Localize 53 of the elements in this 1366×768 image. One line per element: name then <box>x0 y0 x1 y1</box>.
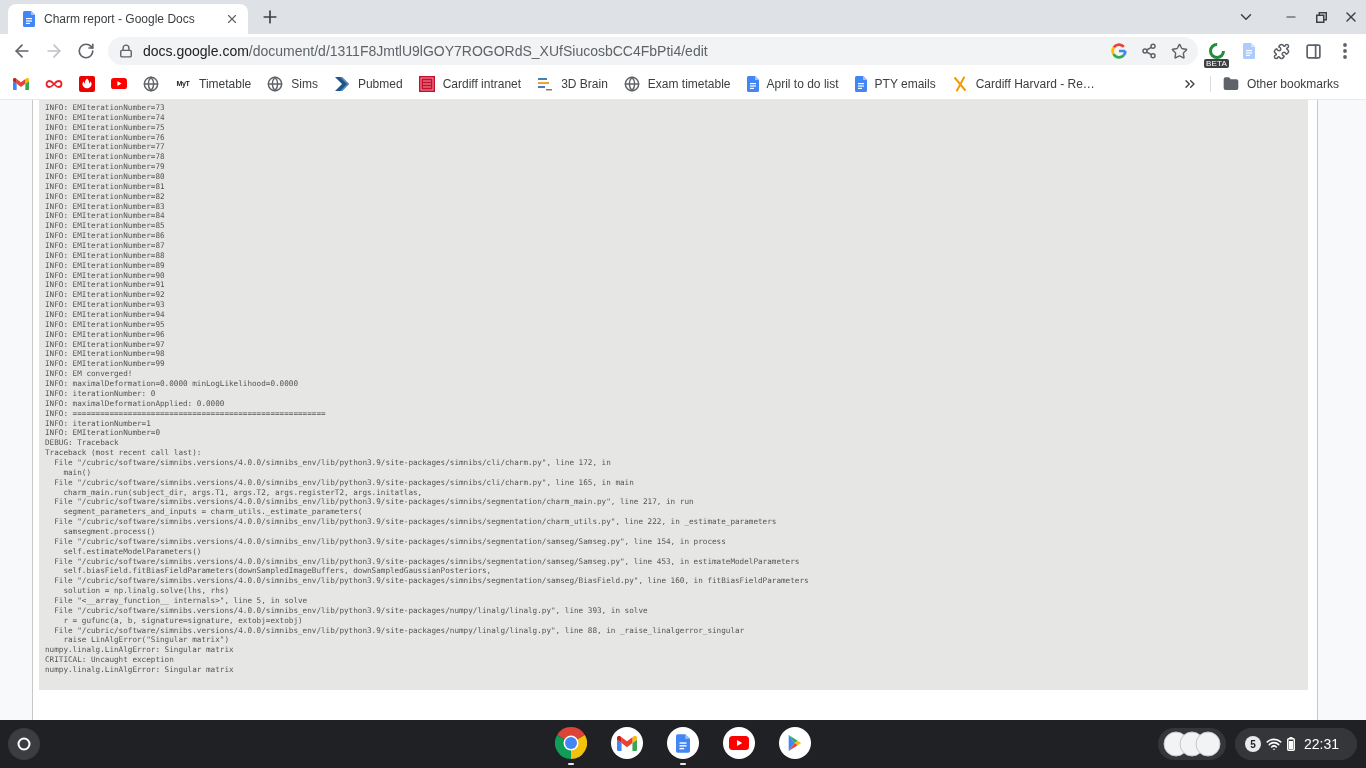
docs-icon <box>23 11 35 27</box>
stacked-circles-icon <box>1163 731 1221 757</box>
globe-icon <box>267 75 284 92</box>
notification-count: 5 <box>1245 736 1261 752</box>
docs-icon <box>666 727 699 759</box>
bookmark-button[interactable]: Sims <box>259 69 326 98</box>
other-bookmarks-button[interactable]: Other bookmarks <box>1214 69 1347 98</box>
crest-icon <box>418 75 435 92</box>
status-tray-button[interactable]: 5 22:31 <box>1235 728 1357 760</box>
restore-icon <box>1315 11 1327 23</box>
share-icon <box>1141 43 1157 59</box>
reload-icon <box>77 42 95 60</box>
close-icon <box>225 12 239 26</box>
tray-button[interactable] <box>1158 728 1226 760</box>
extension-button[interactable]: BETA <box>1201 35 1233 67</box>
wifi-icon <box>1266 736 1282 752</box>
folder-icon <box>1222 75 1239 92</box>
play-store-icon <box>778 727 811 759</box>
star-icon <box>1170 42 1188 60</box>
chrome-icon <box>554 727 587 759</box>
more-vertical-icon <box>1343 43 1347 59</box>
globe-icon <box>143 75 159 92</box>
gmail-icon <box>13 77 29 90</box>
google-logo-icon <box>1111 43 1127 59</box>
lock-icon <box>119 44 133 58</box>
url-field[interactable]: docs.google.com/document/d/1311F8JmtlU9lGOY7ROGORdS_XUfSiucosbCC4FbPti4/edit <box>143 43 708 59</box>
text-logo-icon <box>537 75 554 92</box>
browser-tab[interactable]: Charm report - Google Docs <box>8 4 248 34</box>
battery-icon <box>1287 737 1295 751</box>
bookmark-button[interactable]: Pubmed <box>325 69 411 98</box>
bookmark-button[interactable]: Exam timetable <box>615 69 739 98</box>
bookmark-button[interactable]: Cardiff intranet <box>410 69 530 98</box>
beta-badge: BETA <box>1204 59 1230 68</box>
bookmark-button[interactable]: PTY emails <box>846 69 944 98</box>
flame-logo-icon <box>79 75 95 92</box>
bookmark-button[interactable]: April to do list <box>738 69 847 98</box>
launcher-button[interactable] <box>8 728 40 760</box>
bookmark-button[interactable]: Cardiff Harvard - Re… <box>943 69 1103 98</box>
ring-icon <box>1208 42 1226 60</box>
docs-icon <box>746 75 759 92</box>
side-panel-icon <box>1304 42 1322 60</box>
youtube-icon <box>111 77 127 90</box>
address-bar[interactable]: docs.google.com/document/d/1311F8JmtlU9lGOY7ROGORdS_XUfSiucosbCC4FbPti4/edit <box>108 37 1198 65</box>
cross-figure-icon <box>951 75 968 92</box>
docs-icon <box>854 75 867 92</box>
chevron-logo-icon <box>333 75 350 92</box>
globe-icon <box>623 75 640 92</box>
document-icon <box>1243 43 1255 59</box>
youtube-icon <box>722 727 755 759</box>
bookmark-button[interactable]: 3D Brain <box>529 69 616 98</box>
puzzle-icon <box>1272 42 1290 60</box>
gmail-icon <box>610 727 643 759</box>
launcher-ring-icon <box>17 737 31 751</box>
